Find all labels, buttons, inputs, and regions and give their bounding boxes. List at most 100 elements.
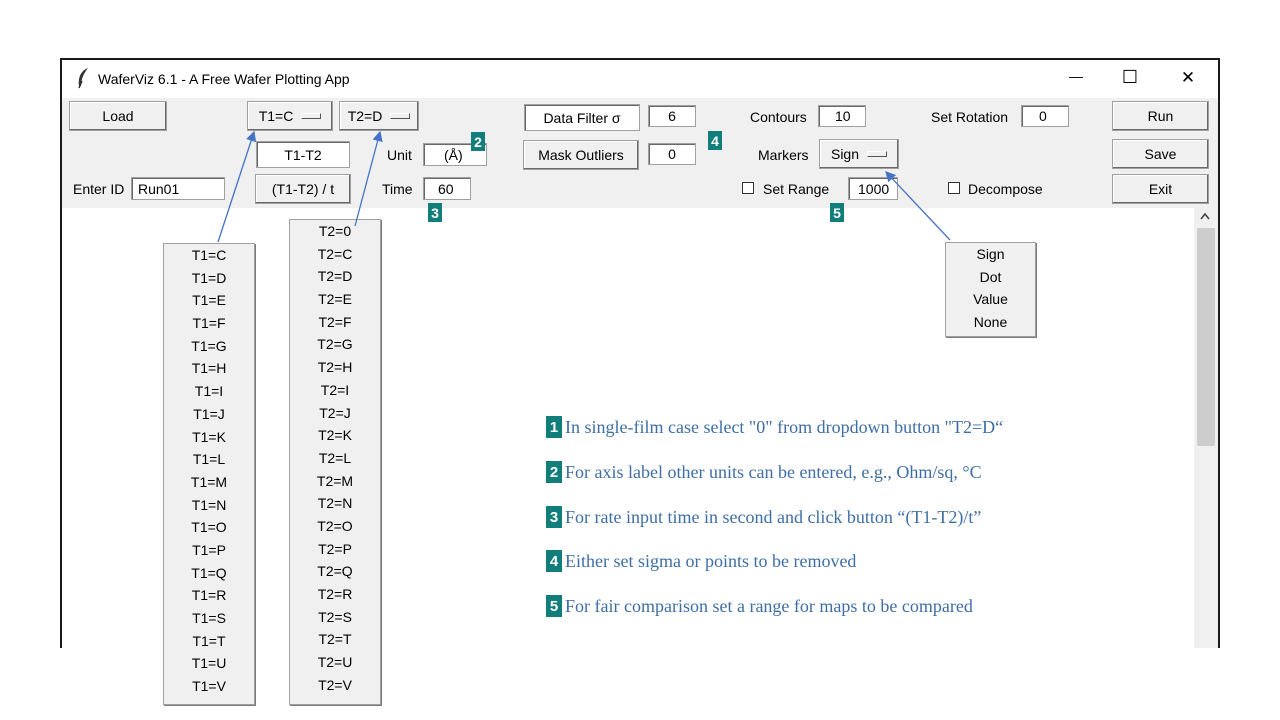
menu-item-t2[interactable]: T2=V xyxy=(290,674,380,697)
mask-outliers-button[interactable]: Mask Outliers xyxy=(523,140,639,170)
menu-item-t1[interactable]: T1=C xyxy=(164,244,254,267)
enter-id-input[interactable]: Run01 xyxy=(131,177,225,200)
menu-item-t2[interactable]: T2=T xyxy=(290,628,380,651)
menu-item-t2[interactable]: T2=G xyxy=(290,333,380,356)
note-text: In single-film case select "0" from drop… xyxy=(565,416,1004,437)
menu-indicator-icon xyxy=(301,113,322,119)
menu-item-t1[interactable]: T1=K xyxy=(164,426,254,449)
run-button[interactable]: Run xyxy=(1112,101,1209,131)
save-button[interactable]: Save xyxy=(1112,139,1209,169)
exit-button[interactable]: Exit xyxy=(1112,174,1209,204)
minimize-button[interactable]: — xyxy=(1066,68,1086,84)
menu-item-t2[interactable]: T2=L xyxy=(290,447,380,470)
menu-item-t1[interactable]: T1=I xyxy=(164,380,254,403)
menu-item-marker[interactable]: Sign xyxy=(946,243,1035,266)
menu-item-t2[interactable]: T2=F xyxy=(290,311,380,334)
note-5: 5 For fair comparison set a range for ma… xyxy=(546,595,973,617)
menu-indicator-icon xyxy=(390,113,411,119)
close-button[interactable]: ✕ xyxy=(1176,68,1200,88)
set-range-label: Set Range xyxy=(763,181,830,197)
menu-item-t2[interactable]: T2=E xyxy=(290,288,380,311)
badge-2: 2 xyxy=(471,132,485,151)
t1-dropdown-menu: T1=C T1=D T1=E T1=F T1=G T1=H T1=I T1=J … xyxy=(163,243,255,705)
decompose-checkbox[interactable] xyxy=(948,182,960,194)
data-filter-input[interactable]: 6 xyxy=(648,105,696,127)
set-range-input[interactable]: 1000 xyxy=(848,177,898,200)
set-rotation-label: Set Rotation xyxy=(931,109,1009,125)
menu-item-marker[interactable]: None xyxy=(946,311,1035,334)
menu-indicator-icon xyxy=(867,151,888,157)
scrollbar-thumb[interactable] xyxy=(1197,228,1215,446)
note-badge: 4 xyxy=(546,550,562,572)
maximize-button[interactable]: ☐ xyxy=(1118,67,1142,88)
menu-item-t1[interactable]: T1=V xyxy=(164,675,254,698)
enter-id-label: Enter ID xyxy=(73,181,125,197)
menu-item-marker[interactable]: Dot xyxy=(946,266,1035,289)
t2-dropdown-menu: T2=0 T2=C T2=D T2=E T2=F T2=G T2=H T2=I … xyxy=(289,219,381,705)
menu-item-t2[interactable]: T2=P xyxy=(290,538,380,561)
menu-item-t2[interactable]: T2=I xyxy=(290,379,380,402)
badge-3: 3 xyxy=(428,203,442,222)
markers-menu-label: Sign xyxy=(830,146,860,162)
menu-item-t2[interactable]: T2=R xyxy=(290,583,380,606)
menu-item-t1[interactable]: T1=G xyxy=(164,335,254,358)
set-rotation-input[interactable]: 0 xyxy=(1021,105,1069,127)
note-badge: 2 xyxy=(546,461,562,483)
menu-item-t2[interactable]: T2=K xyxy=(290,424,380,447)
menu-item-t1[interactable]: T1=L xyxy=(164,448,254,471)
menu-item-t2[interactable]: T2=U xyxy=(290,651,380,674)
menu-item-t1[interactable]: T1=E xyxy=(164,289,254,312)
menu-item-t1[interactable]: T1=P xyxy=(164,539,254,562)
rate-button[interactable]: (T1-T2) / t xyxy=(255,174,351,204)
menu-item-t2[interactable]: T2=0 xyxy=(290,220,380,243)
note-badge: 3 xyxy=(546,506,562,528)
time-label: Time xyxy=(382,181,413,197)
menu-item-t1[interactable]: T1=U xyxy=(164,652,254,675)
note-text: For fair comparison set a range for maps… xyxy=(565,595,973,616)
menu-item-t1[interactable]: T1=O xyxy=(164,516,254,539)
menu-item-t1[interactable]: T1=N xyxy=(164,494,254,517)
menu-item-t1[interactable]: T1=D xyxy=(164,267,254,290)
menu-item-t2[interactable]: T2=H xyxy=(290,356,380,379)
note-3: 3 For rate input time in second and clic… xyxy=(546,506,981,528)
menu-item-t2[interactable]: T2=O xyxy=(290,515,380,538)
menu-item-t2[interactable]: T2=S xyxy=(290,606,380,629)
markers-label: Markers xyxy=(758,147,809,163)
menu-item-t1[interactable]: T1=T xyxy=(164,630,254,653)
badge-4: 4 xyxy=(708,131,722,150)
menu-item-t1[interactable]: T1=J xyxy=(164,403,254,426)
chevron-up-icon[interactable] xyxy=(1199,211,1211,221)
menu-item-t1[interactable]: T1=M xyxy=(164,471,254,494)
menu-item-t1[interactable]: T1=S xyxy=(164,607,254,630)
badge-5: 5 xyxy=(830,203,844,222)
menu-item-t1[interactable]: T1=R xyxy=(164,584,254,607)
t1-menu-button[interactable]: T1=C xyxy=(247,101,333,131)
menu-item-t2[interactable]: T2=M xyxy=(290,470,380,493)
contours-input[interactable]: 10 xyxy=(818,105,866,127)
data-filter-button[interactable]: Data Filter σ xyxy=(524,104,640,131)
t1-minus-t2-button[interactable]: T1-T2 xyxy=(256,141,350,168)
window-title: WaferViz 6.1 - A Free Wafer Plotting App xyxy=(98,71,350,87)
time-input[interactable]: 60 xyxy=(423,177,471,200)
set-range-checkbox[interactable] xyxy=(742,182,754,194)
contours-label: Contours xyxy=(750,109,807,125)
note-2: 2 For axis label other units can be ente… xyxy=(546,461,982,483)
menu-item-t2[interactable]: T2=D xyxy=(290,265,380,288)
mask-outliers-input[interactable]: 0 xyxy=(648,143,696,165)
menu-item-marker[interactable]: Value xyxy=(946,288,1035,311)
t1-menu-label: T1=C xyxy=(258,108,294,124)
feather-icon xyxy=(78,68,88,89)
t2-menu-button[interactable]: T2=D xyxy=(339,101,419,131)
menu-item-t1[interactable]: T1=H xyxy=(164,357,254,380)
menu-item-t2[interactable]: T2=J xyxy=(290,402,380,425)
menu-item-t2[interactable]: T2=N xyxy=(290,492,380,515)
t2-menu-label: T2=D xyxy=(347,108,383,124)
load-button[interactable]: Load xyxy=(69,101,167,131)
menu-item-t1[interactable]: T1=Q xyxy=(164,562,254,585)
decompose-label: Decompose xyxy=(968,181,1043,197)
menu-item-t1[interactable]: T1=F xyxy=(164,312,254,335)
markers-menu-button[interactable]: Sign xyxy=(819,139,899,169)
menu-item-t2[interactable]: T2=Q xyxy=(290,560,380,583)
note-badge: 1 xyxy=(546,416,562,438)
menu-item-t2[interactable]: T2=C xyxy=(290,243,380,266)
